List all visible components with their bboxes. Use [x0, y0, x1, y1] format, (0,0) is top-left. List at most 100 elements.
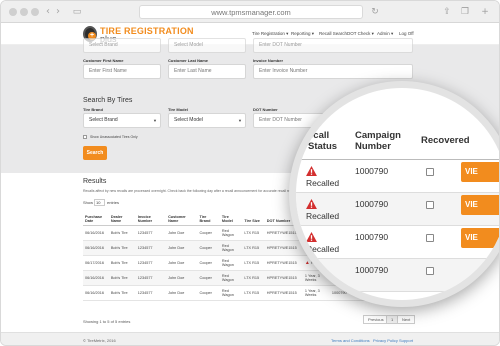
cell-model: Red Wagon: [219, 255, 243, 271]
invoice-label: Invoice Number: [253, 58, 284, 63]
warning-icon: [306, 265, 317, 275]
cell-brand: Cooper: [197, 270, 220, 286]
show-suffix: entries: [107, 200, 120, 205]
cell-customer: John Doe: [166, 240, 198, 256]
recovered-checkbox[interactable]: [426, 234, 434, 242]
cell-model: Red Wagon: [219, 240, 243, 256]
cell-invoice: 1234577: [135, 285, 167, 301]
magnified-row: Recalled 1000790 VIE: [296, 226, 499, 259]
magnified-col-campaign: Campaign Number: [355, 130, 401, 152]
magnified-row: Recalled 1000790 VIE: [296, 160, 499, 193]
share-icon[interactable]: ⇪: [441, 6, 453, 18]
col-tire-model[interactable]: Tire Model: [219, 209, 243, 226]
cell-size: LTX R15: [242, 270, 265, 286]
show-prefix: Show: [83, 200, 94, 205]
warning-icon: [306, 199, 317, 209]
recovered-checkbox[interactable]: [426, 201, 434, 209]
cell-date: 06/16/2016: [83, 240, 109, 256]
cell-customer: John Doe: [166, 255, 198, 271]
col-tire-brand[interactable]: Tire Brand: [197, 209, 220, 226]
window-minimize-dot[interactable]: [20, 8, 28, 16]
cell-dealer: Bob's Tire: [108, 285, 136, 301]
view-button[interactable]: VIE: [461, 195, 499, 215]
pagination-next[interactable]: Next: [397, 315, 416, 324]
tire-model-value: Select Model: [174, 117, 203, 123]
dot-number-label: DOT Number: [253, 107, 278, 112]
magnified-row: Recalled 1000790: [296, 259, 499, 292]
cell-dealer: Bob's Tire: [108, 270, 136, 286]
magnified-col-status: ecall Status: [308, 130, 338, 152]
nav-recall-search[interactable]: Recall Search: [319, 31, 347, 36]
invoice-input[interactable]: Enter Invoice Number: [253, 64, 413, 79]
search-button[interactable]: Search: [83, 146, 107, 160]
forward-icon[interactable]: ›: [56, 6, 60, 18]
cell-invoice: 1234577: [135, 270, 167, 286]
window-zoom-dot[interactable]: [31, 8, 39, 16]
cell-brand: Cooper: [197, 225, 220, 241]
nav-dot-check[interactable]: DOT Check ▾: [347, 31, 374, 37]
cell-date: 06/16/2016: [83, 285, 109, 301]
tire-model-label: Tire Model: [168, 107, 188, 112]
magnified-status: Recalled: [306, 277, 340, 287]
cell-dealer: Bob's Tire: [108, 255, 136, 271]
nav-admin[interactable]: Admin ▾: [377, 31, 393, 37]
last-name-input[interactable]: Enter Last Name: [168, 64, 246, 79]
tire-model-select[interactable]: Select Model ▼: [168, 113, 246, 128]
cell-dealer: Bob's Tire: [108, 240, 136, 256]
window-close-dot[interactable]: [9, 8, 17, 16]
model-select-top[interactable]: Select Model: [168, 38, 246, 53]
terms-link[interactable]: Terms and Conditions: [331, 338, 370, 343]
pagination-previous[interactable]: Previous: [363, 315, 389, 324]
first-name-input[interactable]: Enter First Name: [83, 64, 161, 79]
recovered-checkbox[interactable]: [426, 267, 434, 275]
privacy-link[interactable]: Privacy Policy: [373, 338, 398, 343]
entries-select[interactable]: 10: [94, 199, 105, 206]
nav-log-off[interactable]: Log Off: [399, 31, 414, 36]
magnified-header: ecall Status Campaign Number Recovered: [296, 126, 499, 160]
sidebar-icon[interactable]: ▭: [71, 6, 83, 18]
unassociated-checkbox[interactable]: [83, 135, 87, 139]
address-bar[interactable]: www.tpmsmanager.com: [139, 5, 363, 19]
magnified-campaign: 1000790: [355, 232, 389, 242]
dot-input-top[interactable]: Enter DOT Number: [253, 38, 413, 53]
warning-icon: [306, 166, 317, 176]
view-button[interactable]: VIE: [461, 228, 499, 248]
nav-reporting[interactable]: Reporting ▾: [291, 31, 314, 37]
tire-brand-label: Tire Brand: [83, 107, 103, 112]
nav-tire-registration[interactable]: Tire Registration ▾: [252, 31, 288, 37]
unassociated-label: Show Unassociated Tires Only: [90, 135, 138, 139]
reload-icon[interactable]: ↻: [369, 6, 381, 18]
col-customer-name[interactable]: Customer Name: [166, 209, 198, 226]
brand-select-top[interactable]: Select Brand: [83, 38, 161, 53]
magnified-campaign: 1000790: [355, 265, 389, 275]
warning-icon: [306, 232, 317, 242]
col-purchase-date[interactable]: Purchase Date: [83, 209, 109, 226]
app-header: + TIRE REGISTRATION plus Tire Registrati…: [1, 23, 499, 45]
add-tab-icon[interactable]: +: [479, 6, 491, 18]
cell-invoice: 1234577: [135, 240, 167, 256]
showing-entries: Showing 1 to 5 of 5 entries: [83, 319, 131, 324]
first-name-label: Customer First Name: [83, 58, 124, 63]
tabs-icon[interactable]: ❐: [459, 6, 471, 18]
cell-size: LTX R15: [242, 255, 265, 271]
cell-size: LTX R15: [242, 240, 265, 256]
cell-customer: John Doe: [166, 285, 198, 301]
col-invoice-number[interactable]: Invoice Number: [135, 209, 167, 226]
back-icon[interactable]: ‹: [46, 6, 50, 18]
last-name-label: Customer Last Name: [168, 58, 209, 63]
cell-date: 06/17/2016: [83, 255, 109, 271]
recovered-checkbox[interactable]: [426, 168, 434, 176]
view-button[interactable]: VIE: [461, 162, 499, 182]
browser-window: ‹ › ▭ www.tpmsmanager.com ↻ ⇪ ❐ + + TIRE…: [0, 0, 500, 346]
copyright: © TireMetrix, 2016: [83, 338, 116, 343]
cell-customer: John Doe: [166, 225, 198, 241]
support-link[interactable]: Support: [399, 338, 413, 343]
magnifier-lens: ecall Status Campaign Number Recovered R…: [289, 81, 499, 307]
page-footer: © TireMetrix, 2016 Terms and Conditions …: [1, 332, 499, 345]
tire-brand-select[interactable]: Select Brand ▼: [83, 113, 161, 128]
results-note: Recalls affect by new recalls are proces…: [83, 189, 302, 193]
col-tire-size[interactable]: Tire Size: [242, 209, 265, 226]
col-dealer-name[interactable]: Dealer Name: [108, 209, 136, 226]
cell-brand: Cooper: [197, 240, 220, 256]
results-heading: Results: [83, 178, 107, 185]
